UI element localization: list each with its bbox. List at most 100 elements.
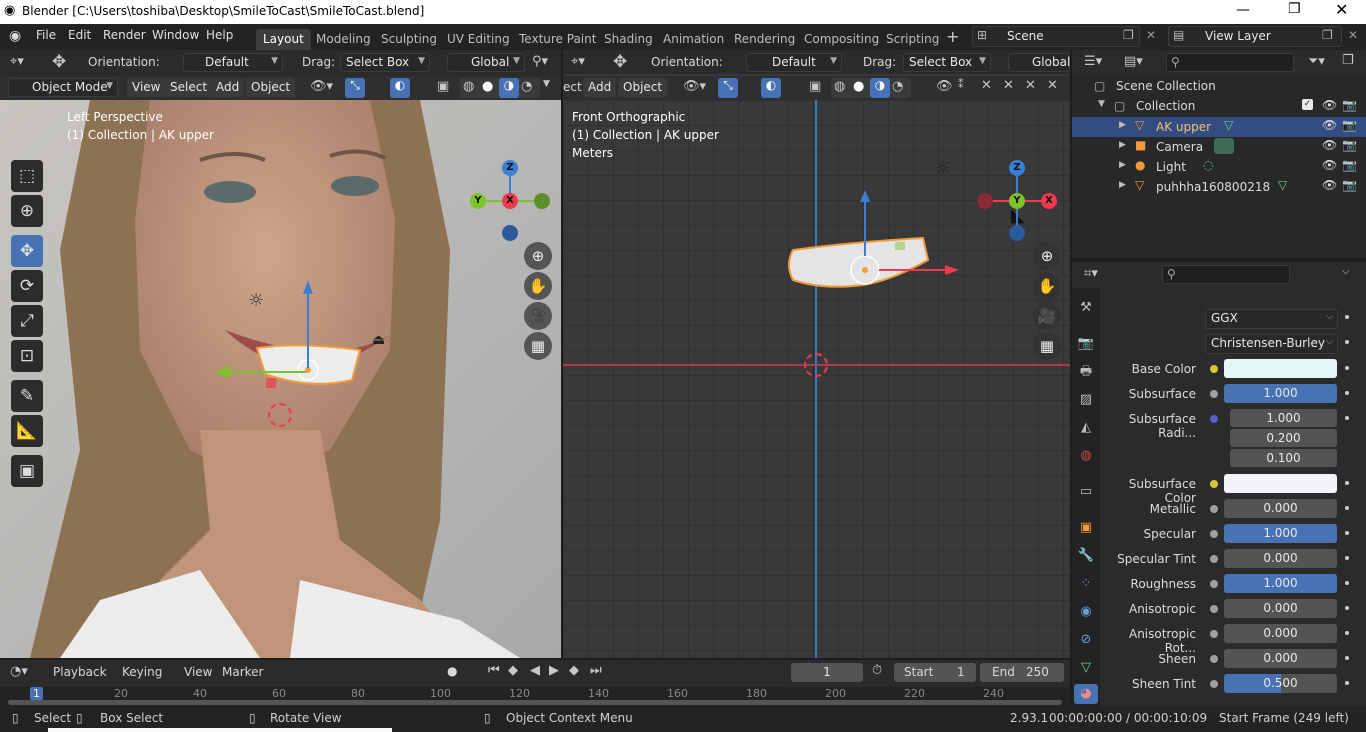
keyframe-dot-icon[interactable]: [1345, 631, 1349, 635]
tab-uv-editing[interactable]: UV Editing: [440, 29, 517, 50]
tab-sculpting[interactable]: Sculpting: [374, 29, 444, 50]
socket-icon[interactable]: [1210, 365, 1218, 373]
mesh-data-icon[interactable]: ▽: [1278, 178, 1287, 192]
x-toggle-icon-3[interactable]: ✕: [1025, 78, 1036, 93]
camera-object-icon[interactable]: ⏏: [372, 332, 385, 348]
minimize-icon[interactable]: —: [1236, 2, 1250, 18]
current-frame-field[interactable]: 1: [791, 663, 863, 682]
light-object-icon[interactable]: ☼: [248, 290, 264, 311]
socket-icon[interactable]: [1210, 505, 1218, 513]
menu-playback[interactable]: Playback: [53, 665, 107, 679]
next-keyframe-icon[interactable]: ◆: [569, 663, 579, 678]
editor-type-icon[interactable]: ⌖▾: [10, 54, 24, 69]
keyframe-dot-icon[interactable]: [1345, 606, 1349, 610]
editor-type-icon[interactable]: ◔▾: [10, 664, 28, 679]
outliner-item-puhhha[interactable]: ▶ ▽ puhhha160800218 ▽ 👁 📷: [1072, 177, 1366, 197]
3d-cursor-icon[interactable]: [804, 353, 828, 377]
material-shading-icon[interactable]: ◑: [870, 78, 890, 98]
expand-icon[interactable]: ▶: [1119, 180, 1126, 190]
3d-cursor-icon[interactable]: [268, 403, 292, 427]
right-viewport-canvas[interactable]: Front Orthographic (1) Collection | AK u…: [563, 100, 1070, 658]
show-icon[interactable]: 👁: [936, 79, 953, 94]
keyframe-dot-icon[interactable]: [1345, 416, 1349, 420]
visibility-icon[interactable]: 👁▾: [310, 79, 333, 94]
expand-icon[interactable]: ▶: [1119, 160, 1126, 170]
outliner-item-ak-upper[interactable]: ▶ ▽ AK upper ▽ 👁 📷: [1072, 117, 1366, 137]
shading-options-icon[interactable]: ▼: [543, 79, 550, 89]
navigation-gizmo[interactable]: Z Y X: [470, 160, 550, 241]
left-viewport-canvas[interactable]: Left Perspective (1) Collection | AK upp…: [0, 100, 561, 658]
menu-view[interactable]: View: [184, 665, 212, 679]
add-workspace-button[interactable]: +: [946, 27, 959, 46]
start-frame-field[interactable]: Start 1: [894, 663, 976, 682]
keyframe-dot-icon[interactable]: [1345, 556, 1349, 560]
keyframe-dot-icon[interactable]: [1345, 506, 1349, 510]
keyframe-dot-icon[interactable]: [1345, 481, 1349, 485]
eye-icon[interactable]: 👁: [1322, 118, 1337, 132]
menu-help[interactable]: Help: [206, 28, 233, 42]
socket-icon[interactable]: [1210, 555, 1218, 563]
view-layer-close-icon[interactable]: ✕: [1348, 28, 1358, 42]
menu-file[interactable]: File: [36, 28, 56, 42]
editor-type-icon[interactable]: ⌖▾: [571, 54, 585, 69]
add-cube-tool-icon[interactable]: ▣: [11, 455, 43, 487]
selected-teeth-object[interactable]: [200, 270, 420, 450]
x-toggle-icon-2[interactable]: ✕: [1003, 78, 1014, 93]
camera-view-icon[interactable]: 🎥: [1033, 302, 1061, 330]
close-icon[interactable]: ✕: [1335, 0, 1348, 19]
transform-pivot-icon[interactable]: ✥: [613, 52, 627, 72]
visibility-icon[interactable]: 👁▾: [683, 79, 706, 94]
timeline-scrollbar[interactable]: [8, 700, 1062, 705]
gizmo-neg-x[interactable]: [977, 193, 993, 209]
outliner-scene-collection[interactable]: ▢ Scene Collection: [1094, 77, 1366, 97]
view-layer-selector[interactable]: ▤ View Layer ❐: [1168, 26, 1342, 47]
gizmo-neg-z[interactable]: [502, 225, 518, 241]
keyframe-dot-icon[interactable]: [1345, 315, 1349, 319]
tool-tab-icon[interactable]: ⚒: [1076, 298, 1096, 318]
menu-object[interactable]: Object: [246, 78, 296, 97]
gizmo-toggle-icon[interactable]: ⤡: [345, 78, 365, 98]
scene-selector[interactable]: ⊞ Scene ❐: [972, 26, 1140, 47]
output-tab-icon[interactable]: 🖶: [1076, 362, 1096, 382]
wireframe-shading-icon[interactable]: ◍: [463, 79, 474, 94]
menu-marker[interactable]: Marker: [222, 665, 263, 679]
material-tab-icon[interactable]: ◕: [1074, 684, 1098, 704]
camera-data-icon[interactable]: [1214, 138, 1234, 154]
value-slider[interactable]: 1.000: [1224, 574, 1337, 593]
keyframe-dot-icon[interactable]: [1345, 391, 1349, 395]
menu-window[interactable]: Window: [152, 28, 199, 42]
cursor-tool-icon[interactable]: ⊕: [11, 195, 43, 227]
gizmo-y-axis[interactable]: Y: [1009, 193, 1025, 209]
render-camera-icon[interactable]: 📷: [1342, 118, 1357, 132]
jump-end-icon[interactable]: ⏭: [590, 663, 602, 678]
wireframe-shading-icon[interactable]: ◍: [834, 79, 845, 94]
blender-menu-icon[interactable]: ◉: [9, 28, 21, 44]
transform-tool-icon[interactable]: ⊡: [11, 340, 43, 372]
gizmo-neg-y[interactable]: [534, 193, 550, 209]
xray-icon[interactable]: ▣: [809, 79, 821, 94]
x-toggle-icon-4[interactable]: ✕: [1047, 78, 1058, 93]
drag-dropdown[interactable]: Select Box ▼: [340, 53, 430, 72]
scale-tool-icon[interactable]: ⤢: [11, 305, 43, 337]
view-layer-copy-icon[interactable]: ❐: [1322, 28, 1333, 42]
light-data-icon[interactable]: ◌: [1203, 158, 1213, 172]
display-mode-icon[interactable]: ▤▾: [1124, 54, 1143, 69]
camera-view-icon[interactable]: 🎥: [524, 302, 552, 330]
tab-rendering[interactable]: Rendering: [727, 29, 802, 50]
maximize-icon[interactable]: ❐: [1288, 1, 1301, 17]
particles-tab-icon[interactable]: ⁘: [1076, 574, 1096, 594]
timeline-ruler[interactable]: 1 20 40 60 80 100 120 140 160 180 200 220 240: [0, 687, 1070, 706]
play-icon[interactable]: ▶: [549, 663, 559, 678]
menu-add[interactable]: Add: [211, 78, 245, 97]
value-slider[interactable]: 0.000: [1224, 549, 1337, 568]
outliner-collection[interactable]: ▼ ▢ Collection ✓ 👁 📷: [1094, 97, 1366, 117]
socket-icon[interactable]: [1210, 415, 1218, 423]
keyframe-dot-icon[interactable]: [1345, 366, 1349, 370]
xray-icon[interactable]: ▣: [437, 79, 449, 94]
keyframe-dot-icon[interactable]: [1345, 681, 1349, 685]
object-tab-icon[interactable]: ▣: [1076, 518, 1096, 538]
stopwatch-icon[interactable]: ⏱: [872, 663, 882, 678]
scene-copy-icon[interactable]: ❐: [1123, 28, 1134, 42]
physics-tab-icon[interactable]: ◉: [1076, 602, 1096, 622]
socket-icon[interactable]: [1210, 680, 1218, 688]
